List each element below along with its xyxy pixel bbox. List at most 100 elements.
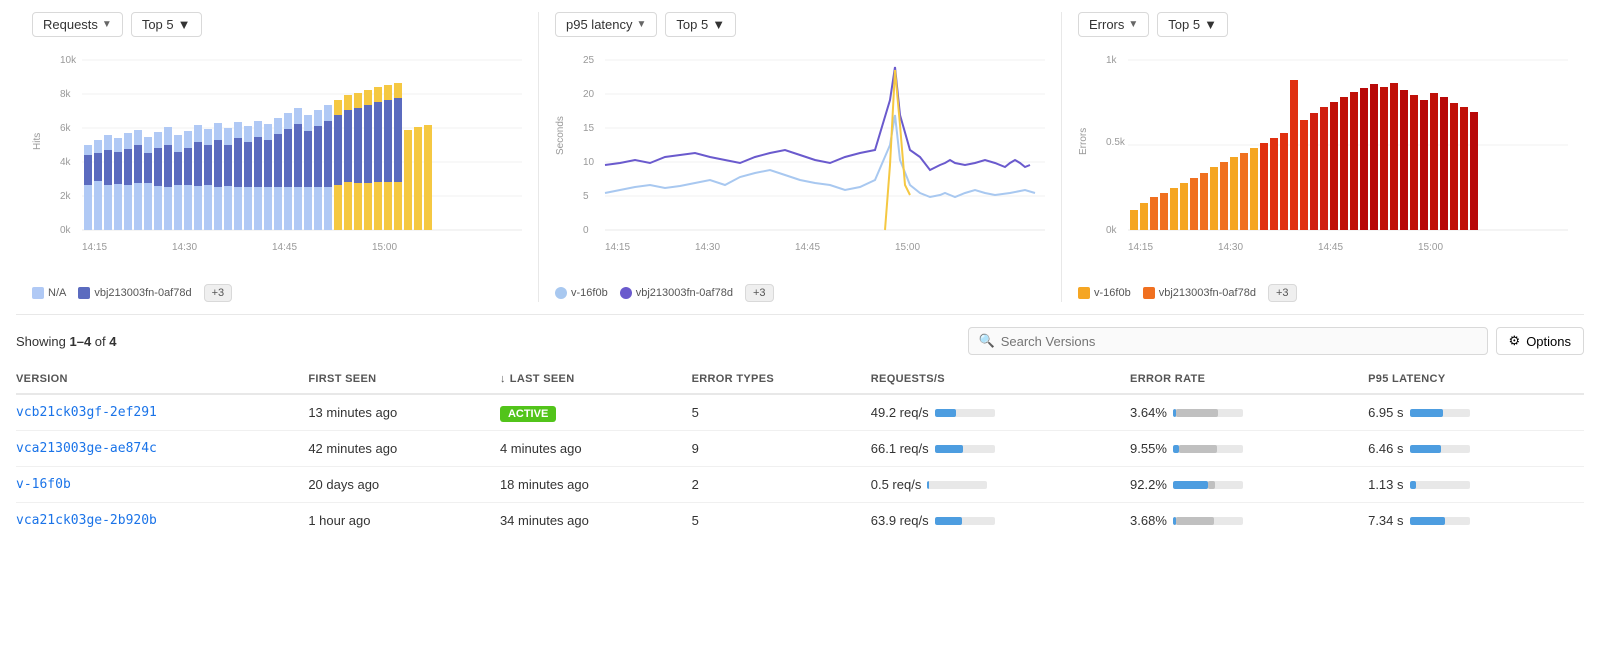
error-rate-value: 3.68% — [1130, 513, 1167, 528]
requests-legend-more[interactable]: +3 — [204, 284, 233, 302]
requests-value: 0.5 req/s — [871, 477, 922, 492]
requests-legend-na: N/A — [32, 287, 66, 299]
svg-text:15:00: 15:00 — [372, 242, 397, 253]
errors-legend-more[interactable]: +3 — [1268, 284, 1297, 302]
showing-text: Showing 1–4 of 4 — [16, 334, 117, 349]
requests-value: 63.9 req/s — [871, 513, 929, 528]
latency-title-caret: ▼ — [637, 19, 647, 30]
requests-legend-na-dot — [32, 287, 44, 299]
requests-top-caret: ▼ — [178, 17, 191, 32]
requests-title-label: Requests — [43, 17, 98, 32]
svg-text:8k: 8k — [60, 89, 72, 100]
cell-error-types: 9 — [692, 431, 871, 467]
requests-svg: 10k 8k 6k 4k 2k 0k Hits — [32, 45, 522, 275]
cell-p95-latency: 6.46 s — [1368, 431, 1584, 467]
svg-text:0k: 0k — [1106, 225, 1118, 236]
table-row: v-16f0b20 days ago18 minutes ago20.5 req… — [16, 467, 1584, 503]
svg-text:10k: 10k — [60, 55, 77, 66]
table-row: vca213003ge-ae874c42 minutes ago4 minute… — [16, 431, 1584, 467]
svg-text:14:15: 14:15 — [1128, 242, 1153, 253]
latency-legend-vbj: vbj213003fn-0af78d — [620, 287, 733, 299]
svg-text:14:45: 14:45 — [272, 242, 297, 253]
latency-bar-fill — [1410, 445, 1441, 453]
svg-text:15:00: 15:00 — [895, 242, 920, 253]
svg-text:Errors: Errors — [1078, 128, 1089, 155]
errors-legend-v16: v-16f0b — [1078, 287, 1131, 299]
svg-text:4k: 4k — [60, 157, 72, 168]
table-row: vca21ck03ge-2b920b1 hour ago34 minutes a… — [16, 503, 1584, 539]
error-rate-value: 3.64% — [1130, 405, 1167, 420]
svg-text:0k: 0k — [60, 225, 72, 236]
col-version: VERSION — [16, 365, 308, 394]
cell-p95-latency: 1.13 s — [1368, 467, 1584, 503]
latency-legend-v16-dot — [555, 287, 567, 299]
active-badge: ACTIVE — [500, 406, 556, 422]
svg-text:14:30: 14:30 — [1218, 242, 1243, 253]
showing-of: of — [91, 334, 109, 349]
cell-first-seen: 1 hour ago — [308, 503, 500, 539]
search-box[interactable]: 🔍 — [968, 327, 1488, 355]
requests-value: 49.2 req/s — [871, 405, 929, 420]
col-error-types: ERROR TYPES — [692, 365, 871, 394]
latency-top-caret: ▼ — [712, 17, 725, 32]
cell-error-rate: 92.2% — [1130, 467, 1368, 503]
latency-legend-more[interactable]: +3 — [745, 284, 774, 302]
svg-text:14:15: 14:15 — [605, 242, 630, 253]
charts-row: Requests ▼ Top 5 ▼ 10k 8k 6k 4k 2k 0k — [16, 12, 1584, 315]
requests-bar-track — [935, 445, 995, 453]
errors-chart-area: 1k 0.5k 0k Errors — [1078, 45, 1568, 278]
errors-legend: v-16f0b vbj213003fn-0af78d +3 — [1078, 284, 1568, 302]
errors-legend-vbj: vbj213003fn-0af78d — [1143, 287, 1256, 299]
errors-chart-panel: Errors ▼ Top 5 ▼ 1k 0.5k 0k Errors — [1062, 12, 1584, 302]
svg-text:15:00: 15:00 — [1418, 242, 1443, 253]
search-input[interactable] — [1001, 334, 1477, 349]
search-options: 🔍 ⚙ Options — [968, 327, 1584, 355]
table-body: vcb21ck03gf-2ef29113 minutes agoACTIVE54… — [16, 394, 1584, 538]
latency-top-label: Top 5 — [676, 17, 708, 32]
requests-title-btn[interactable]: Requests ▼ — [32, 12, 123, 37]
svg-text:25: 25 — [583, 55, 595, 66]
versions-table: VERSION FIRST SEEN ↓LAST SEEN ERROR TYPE… — [16, 365, 1584, 538]
errors-top-btn[interactable]: Top 5 ▼ — [1157, 12, 1228, 37]
svg-text:Hits: Hits — [32, 133, 43, 150]
cell-requests-s: 66.1 req/s — [871, 431, 1130, 467]
requests-value: 66.1 req/s — [871, 441, 929, 456]
errors-legend-vbj-dot — [1143, 287, 1155, 299]
options-button[interactable]: ⚙ Options — [1496, 327, 1584, 355]
cell-error-rate: 3.68% — [1130, 503, 1368, 539]
main-container: Requests ▼ Top 5 ▼ 10k 8k 6k 4k 2k 0k — [0, 0, 1600, 550]
options-label: Options — [1526, 334, 1571, 349]
latency-title-btn[interactable]: p95 latency ▼ — [555, 12, 657, 37]
cell-p95-latency: 6.95 s — [1368, 394, 1584, 431]
latency-svg: 25 20 15 10 5 0 Seconds — [555, 45, 1045, 275]
requests-chart-area: 10k 8k 6k 4k 2k 0k Hits — [32, 45, 522, 278]
errors-legend-vbj-label: vbj213003fn-0af78d — [1159, 287, 1256, 299]
cell-p95-latency: 7.34 s — [1368, 503, 1584, 539]
requests-legend-vbj: vbj213003fn-0af78d — [78, 287, 191, 299]
error-bar-track — [1173, 481, 1243, 489]
latency-legend-vbj-dot — [620, 287, 632, 299]
svg-text:14:45: 14:45 — [795, 242, 820, 253]
cell-requests-s: 0.5 req/s — [871, 467, 1130, 503]
requests-top-btn[interactable]: Top 5 ▼ — [131, 12, 202, 37]
col-error-rate: ERROR RATE — [1130, 365, 1368, 394]
requests-bar-fill — [935, 517, 963, 525]
cell-error-types: 5 — [692, 503, 871, 539]
showing-prefix: Showing — [16, 334, 69, 349]
error-bar-track — [1173, 517, 1243, 525]
latency-bar-fill — [1410, 409, 1443, 417]
table-section: Showing 1–4 of 4 🔍 ⚙ Options VERSION FIR… — [16, 327, 1584, 538]
col-last-seen[interactable]: ↓LAST SEEN — [500, 365, 692, 394]
latency-bar-fill — [1410, 481, 1416, 489]
svg-text:Seconds: Seconds — [555, 116, 566, 155]
svg-text:14:30: 14:30 — [172, 242, 197, 253]
errors-title-btn[interactable]: Errors ▼ — [1078, 12, 1149, 37]
latency-legend-v16: v-16f0b — [555, 287, 608, 299]
latency-bar-track — [1410, 517, 1470, 525]
cell-first-seen: 13 minutes ago — [308, 394, 500, 431]
error-rate-value: 92.2% — [1130, 477, 1167, 492]
cell-requests-s: 63.9 req/s — [871, 503, 1130, 539]
error-bar-fill-blue — [1173, 481, 1208, 489]
svg-text:5: 5 — [583, 191, 589, 202]
latency-top-btn[interactable]: Top 5 ▼ — [665, 12, 736, 37]
